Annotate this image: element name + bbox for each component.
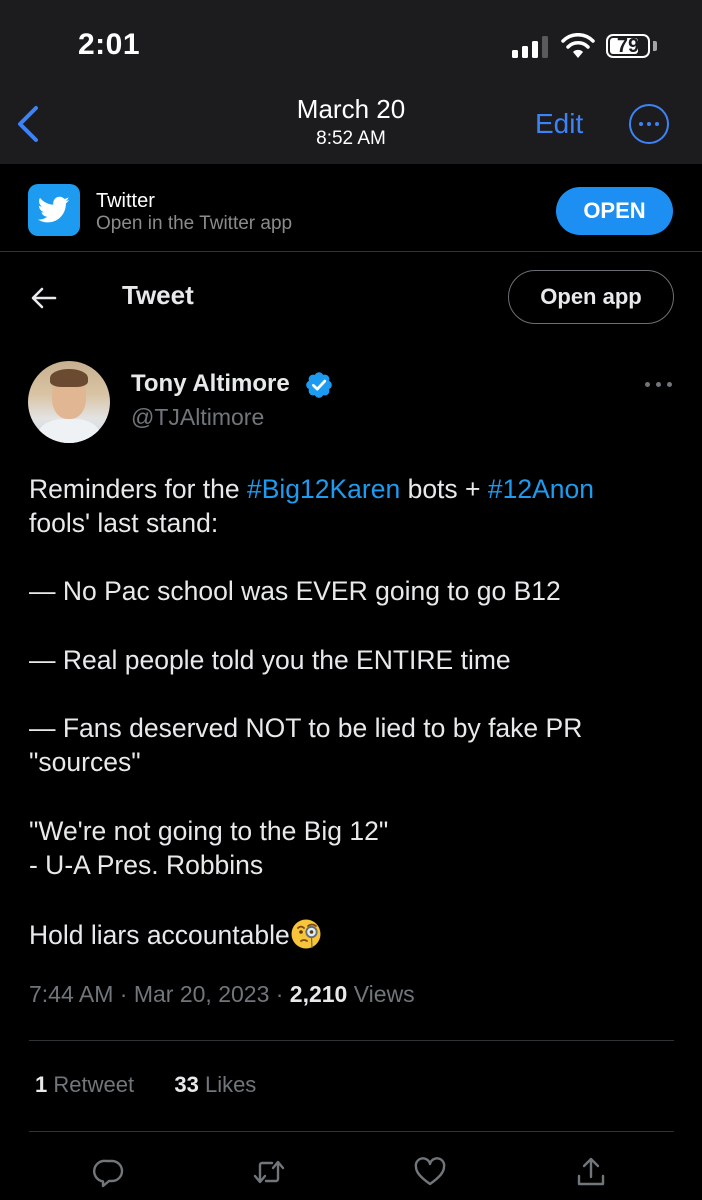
tweet-more-icon[interactable] [645,382,673,388]
author-handle[interactable]: @TJAltimore [131,404,264,431]
open-button[interactable]: OPEN [556,187,673,235]
divider [29,1131,674,1132]
hashtag-link[interactable]: #Big12Karen [247,474,400,504]
back-arrow-icon[interactable] [30,284,58,312]
retweet-icon[interactable] [253,1156,285,1188]
reply-icon[interactable] [93,1156,125,1188]
verified-badge-icon [306,372,332,398]
more-options-icon[interactable] [629,104,669,144]
tweet-meta: 7:44 AM · Mar 20, 2023 · 2,210 Views [29,981,415,1007]
battery-icon: 79 [606,34,650,58]
banner-subtitle: Open in the Twitter app [96,213,293,234]
edit-button[interactable]: Edit [535,108,583,140]
tweet-line: — Real people told you the ENTIRE time [29,645,511,675]
battery-percent: 79 [616,35,640,57]
monocle-face-emoji-icon [291,919,321,949]
tweet-line: Reminders for the #Big12Karen bots + #12… [29,474,594,504]
share-icon[interactable] [575,1156,607,1188]
nav-time: 8:52 AM [316,128,386,149]
author-name[interactable]: Tony Altimore [131,370,290,398]
wifi-icon [561,33,595,58]
status-time: 2:01 [78,28,141,61]
divider [29,1040,674,1041]
nav-date: March 20 [296,94,406,124]
tweet-line: fools' last stand: [29,508,219,538]
tweet-line: — Fans deserved NOT to be lied to by fak… [29,713,583,743]
battery-cap [653,41,657,51]
page-title: Tweet [122,280,194,310]
likes-stat[interactable]: 33 Likes [174,1072,256,1097]
like-icon[interactable] [414,1156,446,1188]
tweet-line: Hold liars accountable [29,918,322,951]
banner-title: Twitter [96,190,155,212]
tweet-line: "sources" [29,747,141,777]
hashtag-link[interactable]: #12Anon [488,474,594,504]
tweet-line: — No Pac school was EVER going to go B12 [29,576,561,606]
open-app-button[interactable]: Open app [508,270,674,324]
tweet-line: "We're not going to the Big 12" [29,816,389,846]
cellular-signal-icon [512,36,548,58]
twitter-logo-icon [28,184,80,236]
views-count: 2,210 [289,981,348,1007]
avatar[interactable] [28,361,110,443]
retweets-stat[interactable]: 1 Retweet [35,1072,134,1097]
tweet-line: - U-A Pres. Robbins [29,850,264,880]
tweet-stats: 1 Retweet 33 Likes [35,1072,256,1098]
